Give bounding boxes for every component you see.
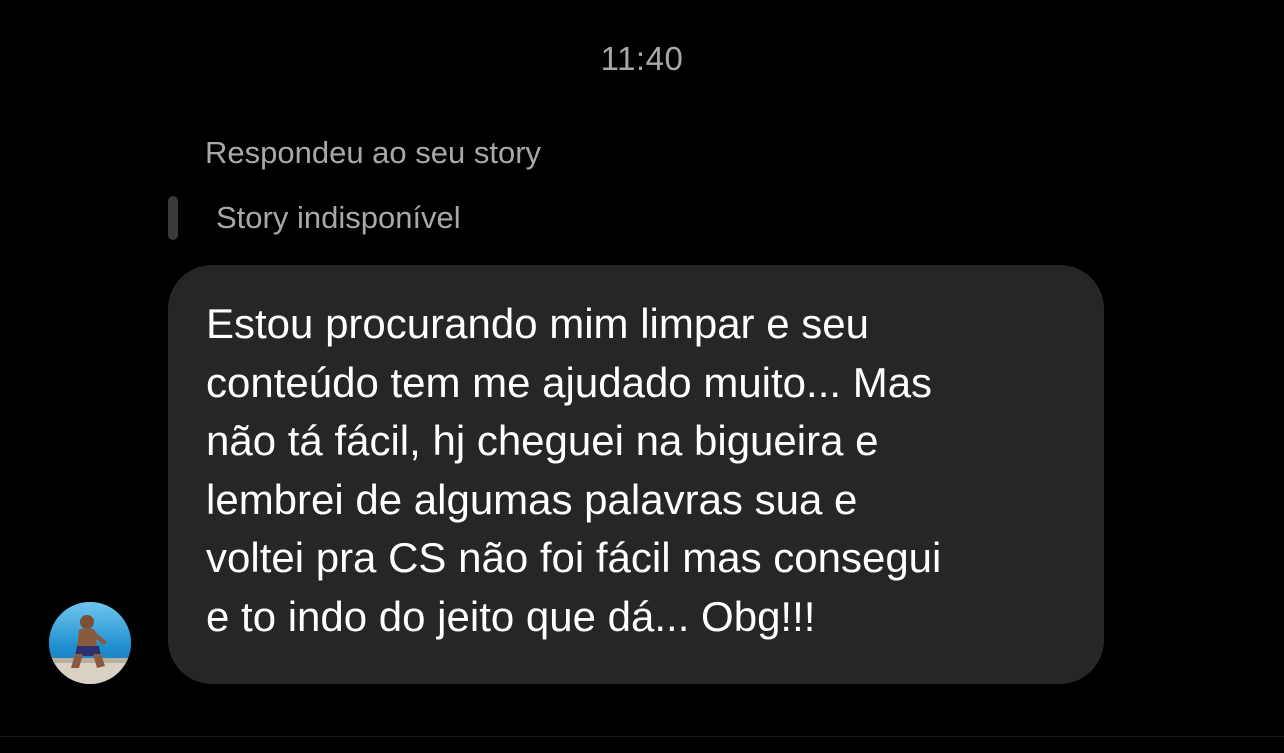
- story-unavailable-text: Story indisponível: [216, 200, 461, 235]
- quote-bar: [168, 196, 178, 240]
- story-reply-label: Respondeu ao seu story: [205, 135, 542, 170]
- bottom-divider: [0, 736, 1284, 737]
- message-line: voltei pra CS não foi fácil mas consegui: [206, 534, 942, 581]
- message-bubble[interactable]: Estou procurando mim limpar e seu conteú…: [168, 265, 1104, 684]
- message-line: não tá fácil, hj cheguei na bigueira e: [206, 417, 879, 464]
- profile-photo-icon: [49, 602, 131, 684]
- message-timestamp: 11:40: [600, 40, 684, 77]
- message-text: Estou procurando mim limpar e seu conteú…: [206, 295, 1074, 646]
- message-line: e to indo do jeito que dá... Obg!!!: [206, 592, 816, 640]
- message-line: Estou procurando mim limpar e seu: [206, 300, 869, 347]
- story-reference[interactable]: Story indisponível: [168, 196, 461, 240]
- message-line: lembrei de algumas palavras sua e: [206, 475, 858, 523]
- sender-avatar[interactable]: [49, 602, 131, 684]
- message-line: conteúdo tem me ajudado muito... Mas: [206, 358, 933, 406]
